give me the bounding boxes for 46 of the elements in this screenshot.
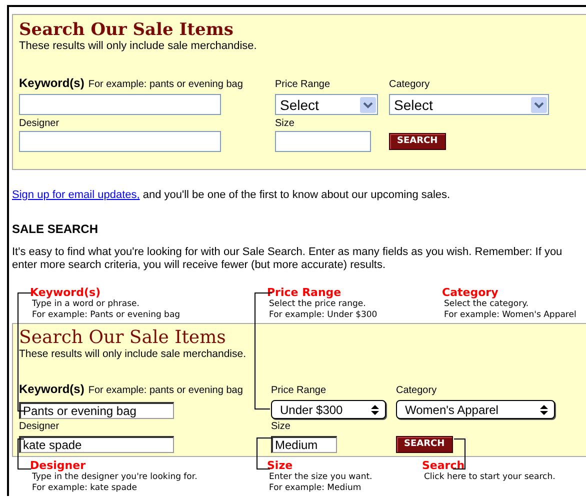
callout-text: Click here to start your search. [423,472,556,483]
field-hint: For example: pants or evening bag [88,79,243,90]
field-label: Keyword(s) [19,76,84,90]
field-label: Size [275,117,296,130]
size-field[interactable]: Medium [271,436,337,453]
field-label: Designer [19,420,60,433]
callout-text: For example: Pants or evening bag [31,310,182,321]
field-label: Price Range [275,78,332,91]
signup-link[interactable]: Sign up for email updates, [12,189,140,201]
panel-subtitle: These results will only include sale merchandise. [19,40,258,53]
field-label: Category [389,78,431,91]
price-dropdown[interactable]: Select [275,94,378,115]
intro-paragraph: It's easy to find what you're looking for with our Sale Search. Enter as many fields as you wish. Remember: If you enter more search criteria, you will receive fewer (but more accurate) results. [12,246,564,272]
panel-subtitle: These results will only include sale merchandise. [19,348,246,361]
search-button[interactable]: SEARCH [389,133,446,150]
section-heading: SALE SEARCH [12,222,100,236]
field-label: Size [271,420,292,433]
panel-title: Search Our Sale Items [19,328,227,348]
callout-text: For example: kate spade [31,483,138,494]
callout-title: Size [267,459,294,472]
callout-title: Price Range [267,286,342,299]
callout-title: Designer [30,459,86,472]
callout-title: Search [422,459,466,472]
search-button[interactable]: SEARCH [396,436,453,453]
callout-title: Keyword(s) [30,286,102,299]
category-dropdown[interactable]: Women's Apparel [396,400,555,419]
callout-text: For example: Women's Apparel [443,310,578,321]
callout-text: For example: Medium [268,483,362,494]
callout-text: Type in the designer you're looking for. [31,472,198,483]
panel-title: Search Our Sale Items [19,20,234,40]
callout-text: For example: Under $300 [268,310,378,321]
callout-text: Select the price range. [268,299,367,310]
callout-text: Enter the size you want. [268,472,374,483]
field-label: Keyword(s) [19,382,84,396]
callout-title: Category [442,286,500,299]
signup-text: Sign up for email updates, and you'll be one of the first to know about our upcoming sales. [12,189,450,201]
field-label: Price Range [271,384,328,397]
callout-text: Select the category. [443,299,530,310]
price-dropdown[interactable]: Under $300 [271,400,386,419]
field-label: Designer [19,117,60,130]
field-label: Category [396,384,438,397]
designer-field[interactable]: kate spade [19,436,174,453]
category-dropdown[interactable]: Select [389,94,549,115]
keyword-field[interactable]: Pants or evening bag [19,402,174,419]
callout-text: Type in a word or phrase. [31,299,140,310]
field-hint: For example: pants or evening bag [88,385,243,396]
